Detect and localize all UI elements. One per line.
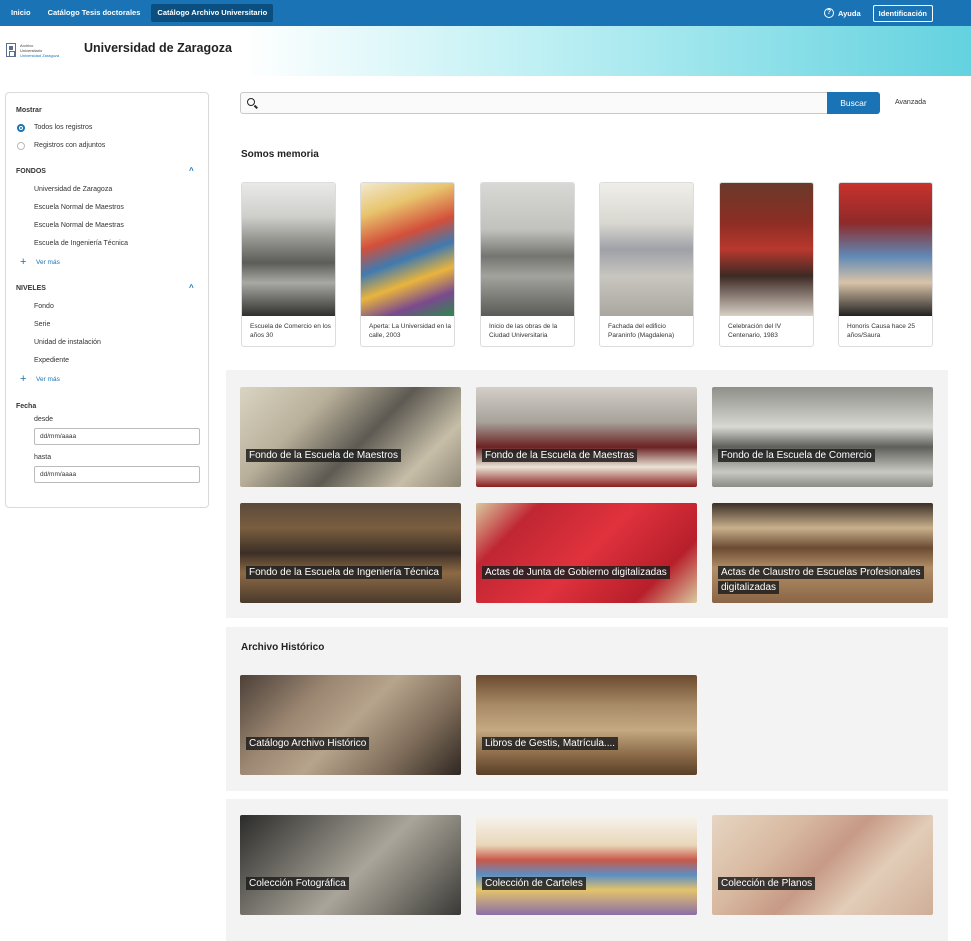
card-caption: Aperta: La Universidad en la calle, 2003 xyxy=(369,323,452,339)
site-title[interactable]: Universidad de Zaragoza xyxy=(84,41,232,55)
memoria-card[interactable]: Fachada del edificio Paraninfo (Magdalen… xyxy=(599,182,694,347)
tile-label: Fondo de la Escuela de Ingeniería Técnic… xyxy=(246,565,442,580)
historico-tile[interactable]: Catálogo Archivo Histórico xyxy=(240,675,461,775)
card-caption: Escuela de Comercio en los años 30 xyxy=(250,323,331,339)
tile-label: Catálogo Archivo Histórico xyxy=(246,736,370,751)
card-image xyxy=(481,183,574,316)
niveles-plus-icon[interactable]: + xyxy=(20,374,26,385)
card-image xyxy=(361,183,454,316)
nivel-item[interactable]: Fondo xyxy=(34,303,54,310)
card-caption: Honoris Causa hace 25 años/Saura xyxy=(847,323,915,339)
hasta-label: hasta xyxy=(34,454,52,461)
card-caption: Fachada del edificio Paraninfo (Magdalen… xyxy=(608,323,675,339)
fondo-item[interactable]: Escuela Normal de Maestros xyxy=(34,204,124,211)
radio-all-records[interactable] xyxy=(17,124,25,132)
advanced-search-link[interactable]: Avanzada xyxy=(895,99,926,106)
date-from-input[interactable]: dd/mm/aaaa xyxy=(34,428,200,445)
login-button[interactable]: Identificación xyxy=(872,4,933,22)
archive-logo[interactable]: Archivo Universitario Universidad Zarago… xyxy=(6,38,76,62)
nav-tab-tesis[interactable]: Catálogo Tesis doctorales xyxy=(42,4,147,22)
card-caption: Inicio de las obras de la Ciudad Univers… xyxy=(489,323,558,339)
tile-label: Colección de Planos xyxy=(718,876,816,891)
fondo-tile[interactable]: Fondo de la Escuela de Comercio xyxy=(712,387,933,487)
nav-right: ? Ayuda Identificación xyxy=(824,4,971,22)
card-image xyxy=(600,183,693,316)
desde-label: desde xyxy=(34,416,54,423)
fondo-item[interactable]: Escuela de Ingeniería Técnica xyxy=(34,240,128,247)
tile-label: Libros de Gestis, Matrícula.... xyxy=(482,736,619,751)
logo-line-3: Universidad Zaragoza xyxy=(20,52,60,58)
tile-label: Actas de Junta de Gobierno digitalizadas xyxy=(482,565,670,580)
tile-label: Fondo de la Escuela de Maestros xyxy=(246,448,401,463)
search-icon xyxy=(247,98,255,106)
date-to-input[interactable]: dd/mm/aaaa xyxy=(34,466,200,483)
fondos-plus-icon[interactable]: + xyxy=(20,257,26,268)
memoria-title: Somos memoria xyxy=(241,149,319,160)
top-navbar: Inicio Catálogo Tesis doctorales Catálog… xyxy=(0,0,971,26)
radio-with-attachments[interactable] xyxy=(17,142,25,150)
filters-sidebar: Mostrar Todos los registros Registros co… xyxy=(5,92,209,508)
search-button[interactable]: Buscar xyxy=(827,92,880,114)
fecha-heading: Fecha xyxy=(16,403,37,410)
fondo-item[interactable]: Escuela Normal de Maestras xyxy=(34,222,124,229)
card-image xyxy=(242,183,335,316)
historico-tile[interactable]: Libros de Gestis, Matrícula.... xyxy=(476,675,697,775)
crest-icon xyxy=(6,43,16,57)
historico-title: Archivo Histórico xyxy=(241,642,325,653)
help-label: Ayuda xyxy=(838,8,861,18)
tile-label: Actas de Claustro de Escuelas Profesiona… xyxy=(718,565,933,595)
site-header: Archivo Universitario Universidad Zarago… xyxy=(0,26,971,76)
fondo-item[interactable]: Universidad de Zaragoza xyxy=(34,186,112,193)
nav-tab-inicio[interactable]: Inicio xyxy=(5,4,37,22)
radio-all-label[interactable]: Todos los registros xyxy=(34,124,92,131)
fondo-tile[interactable]: Actas de Junta de Gobierno digitalizadas xyxy=(476,503,697,603)
search-input[interactable] xyxy=(240,92,828,114)
memoria-card[interactable]: Inicio de las obras de la Ciudad Univers… xyxy=(480,182,575,347)
memoria-card[interactable]: Honoris Causa hace 25 años/Saura xyxy=(838,182,933,347)
nivel-item[interactable]: Unidad de instalación xyxy=(34,339,101,346)
tile-label: Colección Fotográfica xyxy=(246,876,349,891)
niveles-collapse-chevron-icon[interactable]: ^ xyxy=(189,283,194,292)
tile-label: Colección de Carteles xyxy=(482,876,586,891)
tile-label: Fondo de la Escuela de Maestras xyxy=(482,448,637,463)
nivel-item[interactable]: Serie xyxy=(34,321,50,328)
fondo-tile[interactable]: Fondo de la Escuela de Maestros xyxy=(240,387,461,487)
logo-text: Archivo Universitario Universidad Zarago… xyxy=(20,43,59,58)
help-link[interactable]: ? Ayuda xyxy=(824,8,861,18)
niveles-heading: NIVELES xyxy=(16,285,46,292)
card-image xyxy=(839,183,932,316)
help-icon: ? xyxy=(824,8,834,18)
fondos-heading: FONDOS xyxy=(16,168,46,175)
nav-tab-archivo[interactable]: Catálogo Archivo Universitario xyxy=(151,4,274,22)
card-caption: Celebración del IV Centenario, 1983 xyxy=(728,323,782,339)
memoria-card[interactable]: Celebración del IV Centenario, 1983 xyxy=(719,182,814,347)
fondos-collapse-chevron-icon[interactable]: ^ xyxy=(189,166,194,175)
fondos-more-link[interactable]: Ver más xyxy=(36,259,60,266)
tile-label: Fondo de la Escuela de Comercio xyxy=(718,448,875,463)
fondo-tile[interactable]: Fondo de la Escuela de Ingeniería Técnic… xyxy=(240,503,461,603)
card-image xyxy=(720,183,813,316)
fondo-tile[interactable]: Fondo de la Escuela de Maestras xyxy=(476,387,697,487)
niveles-more-link[interactable]: Ver más xyxy=(36,376,60,383)
memoria-card[interactable]: Escuela de Comercio en los años 30 xyxy=(241,182,336,347)
coleccion-tile[interactable]: Colección de Carteles xyxy=(476,815,697,915)
memoria-card[interactable]: Aperta: La Universidad en la calle, 2003 xyxy=(360,182,455,347)
radio-attachments-label[interactable]: Registros con adjuntos xyxy=(34,142,105,149)
coleccion-tile[interactable]: Colección de Planos xyxy=(712,815,933,915)
nivel-item[interactable]: Expediente xyxy=(34,357,69,364)
show-heading: Mostrar xyxy=(16,107,42,114)
fondo-tile[interactable]: Actas de Claustro de Escuelas Profesiona… xyxy=(712,503,933,603)
coleccion-tile[interactable]: Colección Fotográfica xyxy=(240,815,461,915)
